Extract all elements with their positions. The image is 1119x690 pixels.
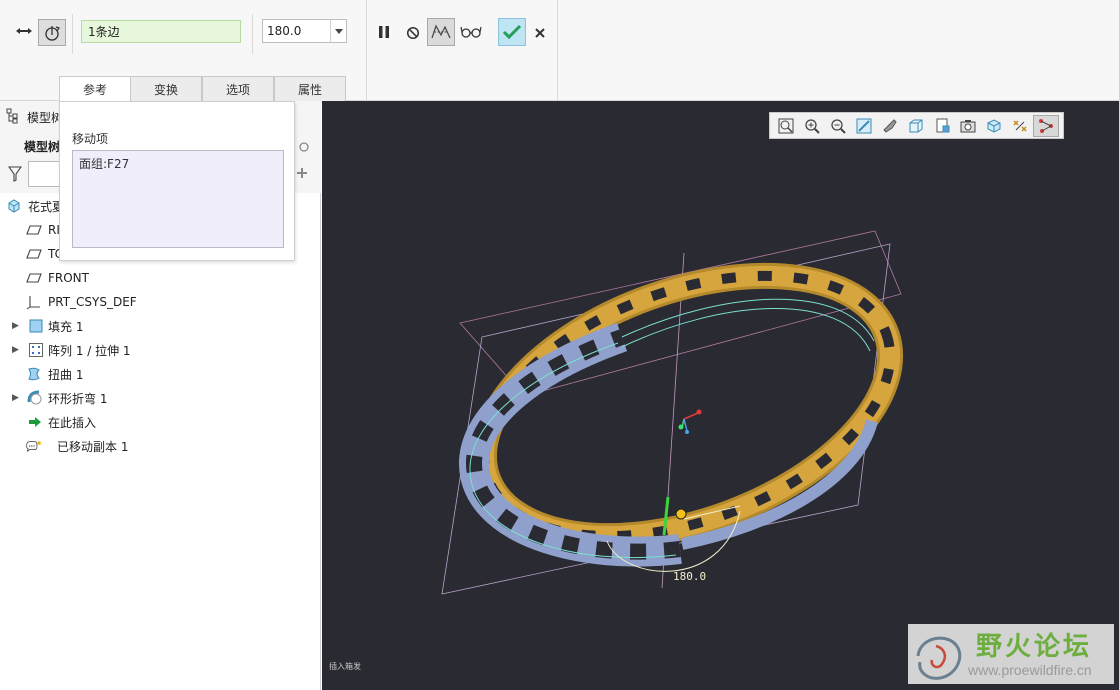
- tree-item-label: 已移动副本 1: [57, 439, 129, 454]
- zoom-out-icon[interactable]: [825, 115, 851, 137]
- watermark-title: 野火论坛: [976, 632, 1093, 662]
- expand-arrow-icon[interactable]: ▶: [12, 345, 19, 355]
- tree-item-label: 在此插入: [48, 415, 97, 430]
- moved-items-label: 移动项: [72, 132, 109, 146]
- zoom-in-icon[interactable]: [799, 115, 825, 137]
- pattern-icon: [28, 342, 44, 358]
- saved-views-icon[interactable]: [903, 115, 929, 137]
- camera-icon[interactable]: [955, 115, 981, 137]
- model-tree-icon: [5, 108, 21, 124]
- repaint-icon[interactable]: [851, 115, 877, 137]
- tab-properties[interactable]: 属性: [274, 76, 346, 101]
- filter-icon[interactable]: [6, 164, 24, 184]
- tree-item-label: FRONT: [48, 271, 89, 285]
- fill-icon: [28, 318, 44, 334]
- moved-item[interactable]: 面组:F27: [79, 155, 129, 172]
- verify-geometry-icon[interactable]: [427, 18, 455, 46]
- tab-transform[interactable]: 变换: [130, 76, 202, 101]
- watermark-url: www.proewildfire.cn: [968, 662, 1092, 678]
- csys-triad-icon: [678, 409, 702, 434]
- tree-item-toroidal-bend[interactable]: ▶ 环形折弯 1: [0, 387, 321, 409]
- model-tree-title: 模型树: [27, 111, 64, 125]
- edge-collector-field[interactable]: 1条边: [81, 20, 241, 43]
- graphics-window[interactable]: 180.0: [322, 101, 1119, 690]
- tab-options[interactable]: 选项: [202, 76, 274, 101]
- toolbar-divider: [366, 0, 367, 101]
- tree-item-label: PRT_CSYS_DEF: [48, 295, 137, 309]
- tree-item-front[interactable]: FRONT: [0, 267, 321, 289]
- status-text: 插入箱发: [329, 662, 361, 671]
- insert-here-icon: [27, 414, 43, 430]
- moved-items-collector[interactable]: 面组:F27: [72, 150, 284, 248]
- feature-dashboard: 1条边 180.0 参考 变换 选项 属性: [0, 0, 1119, 102]
- moved-copy-icon: [26, 438, 42, 454]
- direction-arrows-icon[interactable]: [14, 21, 34, 41]
- annotation-display-icon[interactable]: [1033, 114, 1059, 137]
- model-tree-subheader: 模型树: [24, 140, 61, 154]
- glasses-preview-icon[interactable]: [459, 22, 483, 42]
- toolbar-divider: [252, 14, 253, 54]
- add-icon[interactable]: [293, 164, 311, 182]
- chevron-down-icon[interactable]: [330, 20, 346, 42]
- display-style-icon[interactable]: [877, 115, 903, 137]
- tree-item-warp[interactable]: 扭曲 1: [0, 363, 321, 385]
- tree-item-label: 填充 1: [48, 319, 84, 334]
- toroidal-bend-icon: [27, 390, 43, 406]
- expand-arrow-icon[interactable]: ▶: [12, 393, 19, 403]
- toolbar-divider: [557, 0, 558, 101]
- csys-icon: [26, 294, 42, 310]
- tree-item-moved-copy[interactable]: 已移动副本 1: [0, 435, 321, 457]
- datum-plane-icon: [26, 270, 42, 286]
- expand-arrow-icon[interactable]: ▶: [12, 321, 19, 331]
- graphics-view-toolbar: [769, 112, 1064, 139]
- tree-item-label: 阵列 1 / 拉伸 1: [48, 343, 131, 358]
- warp-icon: [26, 366, 42, 382]
- part-icon: [6, 198, 22, 214]
- model-viewport[interactable]: [322, 101, 1119, 690]
- refit-icon[interactable]: [773, 115, 799, 137]
- datum-display-icon[interactable]: [1007, 115, 1033, 137]
- rotate-mode-icon[interactable]: [38, 19, 66, 46]
- tree-item-insert-here[interactable]: 在此插入: [0, 411, 321, 433]
- pause-icon[interactable]: [374, 22, 394, 42]
- no-preview-icon[interactable]: [403, 23, 423, 43]
- toolbar-divider: [72, 14, 73, 54]
- view-manager-icon[interactable]: [929, 115, 955, 137]
- datum-plane-icon: [26, 222, 42, 238]
- angle-input[interactable]: 180.0: [262, 19, 347, 43]
- drag-handle[interactable]: [675, 508, 687, 520]
- tree-item-fill[interactable]: ▶ 填充 1: [0, 315, 321, 337]
- close-icon[interactable]: [531, 23, 549, 43]
- angle-dimension-label[interactable]: 180.0: [673, 570, 706, 583]
- tree-item-pattern[interactable]: ▶ 阵列 1 / 拉伸 1: [0, 339, 321, 361]
- tree-item-csys[interactable]: PRT_CSYS_DEF: [0, 291, 321, 313]
- tree-settings-icon[interactable]: [294, 138, 314, 156]
- watermark-logo-icon: [916, 636, 962, 680]
- angle-value: 180.0: [267, 24, 302, 38]
- application-window: 1条边 180.0 参考 变换 选项 属性 模型树 模型树 花式夏 RI TC …: [0, 0, 1119, 690]
- checkmark-ok-icon[interactable]: [498, 18, 526, 46]
- tab-references[interactable]: 参考: [59, 76, 131, 102]
- perspective-view-icon[interactable]: [981, 115, 1007, 137]
- tree-item-label: 扭曲 1: [48, 367, 84, 382]
- forum-watermark: 野火论坛 www.proewildfire.cn: [908, 624, 1114, 684]
- references-panel: 移动项 面组:F27: [59, 101, 295, 261]
- tree-item-label: 环形折弯 1: [48, 391, 108, 406]
- datum-plane-icon: [26, 246, 42, 262]
